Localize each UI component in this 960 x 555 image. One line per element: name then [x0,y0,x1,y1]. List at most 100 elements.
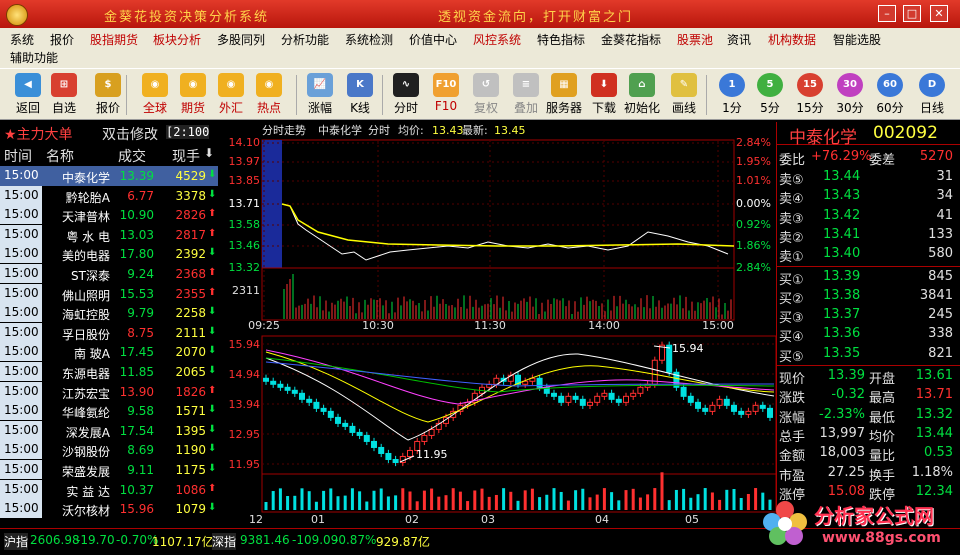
toolbar-button[interactable]: 30 30分 [832,73,868,117]
toolbar-button[interactable]: $ 报价 [90,73,126,117]
table-row[interactable]: 15:00 江苏宏宝 13.90 1826 ⬆ [0,381,218,402]
ask-row[interactable]: 卖⑤ 13.44 31 [777,168,960,188]
table-row[interactable]: 15:00 华峰氨纶 9.58 1571 ⬇ [0,401,218,422]
table-row[interactable]: 15:00 粤 水 电 13.03 2817 ⬆ [0,224,218,245]
bid-label: 买④ [779,330,804,346]
modify-hint[interactable]: 双击修改 [102,124,158,144]
menu-item[interactable]: 分析功能 [281,31,329,48]
close-icon[interactable]: ✕ [930,5,948,22]
toolbar-button[interactable]: 60 60分 [872,73,908,117]
col-time[interactable]: 时间 [4,146,32,166]
toolbar-button[interactable]: D 日线 [914,73,950,117]
toolbar-button[interactable]: ∿ 分时 [388,73,424,117]
menu-bar: 系统 报价 股指期货 板块分析 多股同列 分析功能 系统检测 价值中心 风控系统 特色指标 金葵花指… [0,28,960,68]
table-row[interactable]: 15:00 孚日股份 8.75 2111 ⬇ [0,322,218,343]
duration-field[interactable]: [2:100 [166,125,210,139]
table-row[interactable]: 15:00 中泰化学 13.39 4529 ⬇ [0,166,218,186]
month-tick: 05 [685,513,699,524]
bid-label: 买② [779,291,804,307]
bid-row[interactable]: 买④ 13.36 338 [777,325,960,346]
table-row[interactable]: 15:00 深发展A 17.54 1395 ⬇ [0,420,218,441]
hot-icon: ◉ [256,73,282,97]
toolbar-button[interactable]: ✎ 画线 [666,73,702,117]
pct-tick: 0.00% [736,197,771,210]
table-row[interactable]: 15:00 美的电器 17.80 2392 ⬇ [0,244,218,265]
ask-row[interactable]: 卖④ 13.43 34 [777,187,960,208]
toolbar-button[interactable]: ◉ 外汇 [213,73,249,117]
menu-item[interactable]: 价值中心 [409,31,457,48]
table-row[interactable]: 15:00 沃尔核材 15.96 1079 ⬇ [0,499,218,520]
menu-item[interactable]: 股指期货 [90,31,138,48]
table-row[interactable]: 15:00 沙钢股份 8.69 1190 ⬇ [0,440,218,461]
menu-item[interactable]: 股票池 [677,31,713,48]
chart-area[interactable]: 分时走势 中泰化学 分时 均价: 13.43 最新: 13.45 14.10 13.97 13.8… [218,122,777,526]
sz-index-label[interactable]: 深指 [212,533,237,550]
pct-tick: 2.84% [736,136,771,149]
row-name: 东源电器 [61,367,110,381]
toolbar-button[interactable]: ↺ 复权 [468,73,504,117]
sort-down-icon[interactable]: ⬇ [204,146,214,160]
menu-item[interactable]: 资讯 [727,31,751,48]
toolbar-button[interactable]: ≡ 叠加 [508,73,544,117]
toolbar-button[interactable]: 1 1分 [714,73,750,117]
candle-body [687,395,694,403]
col-hand[interactable]: 现手 [172,146,200,166]
toolbar-button[interactable]: ◀ 返回 [10,73,46,117]
menu-item[interactable]: 智能选股 [833,31,881,48]
table-row[interactable]: 15:00 海虹控股 9.79 2258 ⬇ [0,303,218,324]
menu-item[interactable]: 辅助功能 [10,49,58,66]
toolbar-label: 涨幅 [307,101,332,115]
toolbar-button[interactable]: 5 5分 [752,73,788,117]
candle-body [738,410,745,415]
menu-item[interactable]: 机构数据 [768,31,816,48]
toolbar-button[interactable]: 📈 涨幅 [302,73,338,117]
menu-item[interactable]: 报价 [50,31,74,48]
menu-item[interactable]: 系统 [10,31,34,48]
table-row[interactable]: 15:00 东源电器 11.85 2065 ⬇ [0,362,218,382]
app-logo-icon[interactable] [6,4,28,26]
menu-item[interactable]: 系统检测 [345,31,393,48]
bid-row[interactable]: 买⑤ 13.35 821 [777,345,960,365]
toolbar-button[interactable]: ◉ 全球 [137,73,173,117]
sh-index-label[interactable]: 沪指 [4,533,29,550]
toolbar-button[interactable]: ⌂ 初始化 [624,73,660,117]
menu-item[interactable]: 多股同列 [217,31,265,48]
toolbar-label: 叠加 [513,101,538,115]
menu-item[interactable]: 板块分析 [153,31,201,48]
stock-code: 002092 [873,123,938,143]
table-row[interactable]: 15:00 黔轮胎A 6.77 3378 ⬇ [0,185,218,206]
toolbar-button[interactable]: ⬇ 下载 [586,73,622,117]
toolbar-button[interactable]: ▦ 服务器 [546,73,582,117]
menu-item[interactable]: 特色指标 [537,31,585,48]
table-row[interactable]: 15:00 佛山照明 15.53 2355 ⬆ [0,283,218,304]
toolbar-button[interactable]: 15 15分 [792,73,828,117]
col-name[interactable]: 名称 [46,146,74,166]
col-deal[interactable]: 成交 [118,146,146,166]
toolbar-button[interactable]: ◉ 热点 [251,73,287,117]
toolbar-button[interactable]: F10 F10 [428,73,464,117]
ask-row[interactable]: 卖③ 13.42 41 [777,207,960,227]
bid-row[interactable]: 买① 13.39 845 [777,268,960,288]
bid-row[interactable]: 买② 13.38 3841 [777,287,960,307]
table-row[interactable]: 15:00 实 益 达 10.37 1086 ⬆ [0,479,218,500]
table-row[interactable]: 15:00 南 玻A 17.45 2070 ⬇ [0,342,218,363]
candle-body [313,401,320,409]
menu-item[interactable]: 风控系统 [473,31,521,48]
arrow-up-icon: ⬆ [208,208,217,220]
maximize-icon[interactable]: □ [903,5,921,22]
menu-item[interactable]: 金葵花指标 [601,31,661,48]
toolbar-button[interactable]: ⊞ 自选 [46,73,82,117]
table-row[interactable]: 15:00 ST深泰 9.24 2368 ⬆ [0,264,218,284]
toolbar-button[interactable]: ◉ 期货 [175,73,211,117]
toolbar-label: 返回 [15,101,40,115]
toolbar-button[interactable]: K K线 [342,73,378,117]
table-row[interactable]: 15:00 荣盛发展 9.11 1175 ⬇ [0,460,218,480]
ask-row[interactable]: 卖② 13.41 133 [777,226,960,246]
divider [777,265,960,267]
table-row[interactable]: 15:00 天津普林 10.90 2826 ⬆ [0,205,218,226]
row-name: 江苏宏宝 [61,386,110,401]
ask-label: 卖④ [779,192,804,208]
minimize-icon[interactable]: – [878,5,896,22]
bid-row[interactable]: 买③ 13.37 245 [777,306,960,326]
ask-row[interactable]: 卖① 13.40 580 [777,245,960,265]
